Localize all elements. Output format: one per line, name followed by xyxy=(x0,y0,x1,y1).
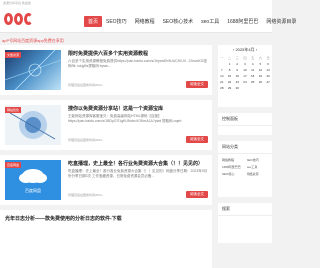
calendar-day[interactable]: 29 xyxy=(226,85,234,91)
post-title[interactable]: 吃盒播理，史上最全！各行业免费资源大合集（！！见见的） xyxy=(68,160,208,167)
category-link[interactable]: seo工具 xyxy=(247,165,269,169)
post-thumbnail[interactable]: 文章资源 xyxy=(5,50,61,90)
post-category-tag[interactable]: 网站优化 xyxy=(5,107,22,113)
post-title[interactable]: 限时免费提供六百多个实用资源教程 xyxy=(68,50,208,57)
category-widget: 网站分类 网络教程 SEO技巧 1688阿里巴巴 seo工具 SEO核心 网络资… xyxy=(218,141,272,197)
calendar-month: 2025年4月 xyxy=(235,47,255,52)
post-excerpt: 王能网站资源库客服宝贝：免费高级网站HTML源码【百度】https://pan.… xyxy=(68,114,182,123)
widget-title: 网站分类 xyxy=(218,141,272,154)
category-link[interactable]: SEO技巧 xyxy=(247,158,269,162)
next-month-arrow[interactable]: › xyxy=(256,47,257,52)
calendar-day[interactable]: 30 xyxy=(233,85,241,91)
post-category-tag[interactable]: 文章资源 xyxy=(5,52,22,58)
category-link[interactable]: SEO核心 xyxy=(222,172,244,176)
thumbnail-label: 百度网盘 xyxy=(25,188,41,193)
calendar-widget: ‹ 2025年4月 › 一二三四五六日 1 2 3 4 5 6 7 8 9 10 11 12 13 14 1… xyxy=(218,45,272,107)
post-meta: 管理员最后更新时间2024... xyxy=(68,193,105,197)
post-card: 文章资源 限时免费提供六百多个实用资源教程 六百多个实用资源教程免费提供http… xyxy=(0,45,212,95)
widget-title: 搜索 xyxy=(218,203,272,216)
site-logo[interactable] xyxy=(2,11,46,29)
post-category-tag[interactable]: 百度网盘 xyxy=(5,162,22,168)
post-card: 百度网盘 百度网盘 吃盒播理，史上最全！各行业免费资源大合集（！！见见的） 吃盒… xyxy=(0,155,212,205)
header: 首页 SEO技巧 网络教程 SEO核心技术 seo工具 1688阿里巴巴 网络资… xyxy=(0,7,296,33)
nav-item-seo-tools[interactable]: seo工具 xyxy=(197,16,223,27)
post-excerpt: 六百多个实用资源教程免费提供https://pan.baidu.com/s/1h… xyxy=(68,59,207,68)
main-nav: 首页 SEO技巧 网络教程 SEO核心技术 seo工具 1688阿里巴巴 网络资… xyxy=(84,16,300,27)
category-links: 网络教程 SEO技巧 1688阿里巴巴 seo工具 SEO核心 网络资源 xyxy=(218,154,272,180)
widget-title: 控制面板 xyxy=(218,113,272,126)
calendar-day[interactable]: 28 xyxy=(218,85,226,91)
nav-item-1688[interactable]: 1688阿里巴巴 xyxy=(223,16,262,27)
calendar-day xyxy=(257,85,265,91)
post-title[interactable]: 搜你以免费资源分享站！这是一个资源宝库 xyxy=(68,105,208,112)
post-title[interactable]: 光年日志分析——款免费使用的分析日志的软件-下载 xyxy=(5,215,205,222)
nav-item-seo-tips[interactable]: SEO技巧 xyxy=(102,16,131,27)
read-more-button[interactable]: 阅读全文 xyxy=(186,136,208,143)
control-panel-widget: 控制面板 xyxy=(218,113,272,135)
post-meta: 管理员最后更新时间2024... xyxy=(68,138,105,142)
post-thumbnail[interactable]: 百度网盘 百度网盘 xyxy=(5,160,61,200)
read-more-button[interactable]: 阅读全文 xyxy=(186,81,208,88)
read-more-button[interactable]: 阅读全文 xyxy=(186,191,208,198)
category-link[interactable]: 网络教程 xyxy=(222,158,244,162)
calendar-day xyxy=(264,85,272,91)
calendar-day xyxy=(241,85,249,91)
nav-item-tutorials[interactable]: 网络教程 xyxy=(131,16,159,27)
topbar: 资源分享平台 欢迎您 xyxy=(0,0,272,7)
post-meta: 管理员最后更新时间2024... xyxy=(68,83,105,87)
post-card: 光年日志分析——款免费使用的分析日志的软件-下载 xyxy=(0,210,212,268)
topbar-text: 资源分享平台 欢迎您 xyxy=(3,1,31,5)
nav-item-home[interactable]: 首页 xyxy=(84,16,103,27)
calendar-header: ‹ 2025年4月 › xyxy=(218,45,272,55)
post-card: 网站优化 搜你以免费资源分享站！这是一个资源宝库 王能网站资源库客服宝贝：免费高… xyxy=(0,100,212,150)
nav-item-seo-core[interactable]: SEO核心技术 xyxy=(159,16,198,27)
post-thumbnail[interactable]: 网站优化 xyxy=(5,105,61,145)
category-link[interactable]: 网络资源 xyxy=(247,172,269,176)
calendar-table: 一二三四五六日 1 2 3 4 5 6 7 8 9 10 11 12 13 14 15 16 17 18 19 20 2… xyxy=(218,55,272,91)
search-widget: 搜索 xyxy=(218,203,272,243)
banner-text: apP号网站百度资源app免费在享用 xyxy=(2,38,64,43)
category-link[interactable]: 1688阿里巴巴 xyxy=(222,165,244,169)
post-excerpt: 吃盒播理：史上最全！各行各业免费资源大合集（！！见见的）网盘分享日期：2023年… xyxy=(68,169,208,178)
nav-item-resources[interactable]: 网络资源目录 xyxy=(262,16,300,27)
calendar-day xyxy=(249,85,257,91)
